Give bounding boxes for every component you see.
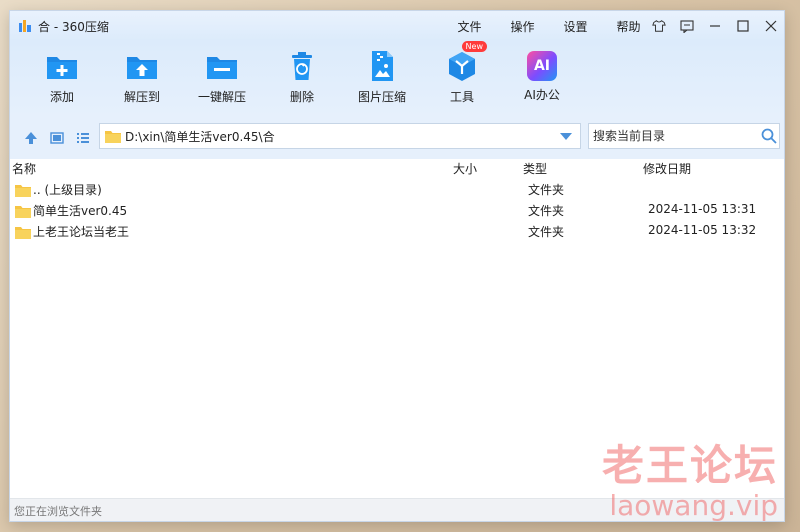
menu-bar: 文件 操作 设置 帮助: [443, 11, 655, 41]
file-type: 文件夹: [528, 204, 565, 218]
maximize-icon[interactable]: [736, 19, 750, 33]
window-controls: [652, 11, 778, 41]
file-type: 文件夹: [528, 183, 565, 197]
address-bar: D:\xin\简单生活ver0.45\合: [10, 117, 784, 160]
minimize-icon[interactable]: [708, 19, 722, 33]
file-row[interactable]: 简单生活ver0.45 文件夹 2024-11-05 13:31: [10, 200, 784, 221]
add-folder-icon: [45, 49, 79, 83]
watermark-title: 老王论坛: [601, 441, 778, 490]
ai-office-label: AI办公: [524, 88, 560, 102]
one-click-extract-label: 一键解压: [197, 90, 246, 104]
path-field[interactable]: D:\xin\简单生活ver0.45\合: [99, 123, 581, 149]
add-label: 添加: [49, 90, 74, 104]
chevron-down-icon[interactable]: [560, 132, 572, 140]
folder-icon: [15, 224, 31, 239]
close-icon[interactable]: [764, 19, 778, 33]
skin-icon[interactable]: [652, 19, 666, 33]
image-compress-button[interactable]: 图片压缩: [342, 49, 422, 105]
folder-icon: [15, 182, 31, 197]
search-icon[interactable]: [761, 128, 777, 144]
folder-icon: [15, 203, 31, 218]
one-click-extract-button[interactable]: 一键解压: [182, 49, 262, 105]
menu-operation[interactable]: 操作: [496, 18, 549, 35]
watermark-url: laowang.vip: [609, 489, 778, 522]
ai-office-icon: AI: [527, 51, 557, 81]
image-compress-label: 图片压缩: [357, 90, 406, 104]
folder-icon: [105, 130, 121, 143]
ai-office-button[interactable]: AI AI办公: [502, 49, 582, 103]
one-click-extract-icon: [205, 49, 239, 83]
up-arrow-icon[interactable]: [22, 129, 40, 147]
extract-to-button[interactable]: 解压到: [102, 49, 182, 105]
search-input[interactable]: [591, 128, 755, 144]
toolbar: 添加 解压到 一键解压 删除 图片压缩 New 工具 AI AI办公: [10, 41, 784, 117]
menu-settings[interactable]: 设置: [549, 18, 602, 35]
menu-file[interactable]: 文件: [443, 18, 496, 35]
file-date: 2024-11-05 13:31: [648, 202, 757, 216]
app-logo-icon: [18, 19, 32, 33]
thumbnail-view-icon[interactable]: [48, 129, 66, 147]
menu-help[interactable]: 帮助: [602, 18, 655, 35]
feedback-icon[interactable]: [680, 19, 694, 33]
image-compress-icon: [365, 49, 399, 83]
file-name: .. (上级目录): [33, 183, 102, 197]
file-date: 2024-11-05 13:32: [648, 223, 757, 237]
trash-icon: [285, 49, 319, 83]
file-name: 简单生活ver0.45: [33, 204, 128, 218]
column-modified[interactable]: 修改日期: [643, 160, 691, 177]
window-title: 合 - 360压缩: [38, 19, 109, 34]
new-badge: New: [461, 41, 487, 52]
delete-button[interactable]: 删除: [262, 49, 342, 105]
extract-to-label: 解压到: [123, 90, 160, 104]
watermark: 老王论坛 laowang.vip: [602, 432, 778, 522]
file-row-parent[interactable]: .. (上级目录) 文件夹: [10, 179, 784, 200]
extract-to-icon: [125, 49, 159, 83]
search-box: [588, 123, 780, 149]
column-header: 名称 大小 类型 修改日期: [10, 159, 784, 177]
column-type[interactable]: 类型: [523, 160, 547, 177]
add-button[interactable]: 添加: [22, 49, 102, 105]
tools-cube-icon: New: [445, 41, 487, 83]
file-name: 上老王论坛当老王: [33, 225, 130, 239]
column-name[interactable]: 名称: [12, 160, 36, 177]
file-type: 文件夹: [528, 225, 565, 239]
path-text: D:\xin\简单生活ver0.45\合: [125, 129, 275, 144]
list-view-icon[interactable]: [74, 129, 92, 147]
delete-label: 删除: [289, 90, 314, 104]
file-list: .. (上级目录) 文件夹 简单生活ver0.45 文件夹 2024-11-05…: [10, 179, 784, 242]
tools-label: 工具: [449, 90, 474, 104]
column-size[interactable]: 大小: [453, 160, 477, 177]
title-bar: 合 - 360压缩 文件 操作 设置 帮助: [10, 11, 784, 41]
ai-icon-text: AI: [533, 58, 551, 74]
file-row[interactable]: 上老王论坛当老王 文件夹 2024-11-05 13:32: [10, 221, 784, 242]
tools-button[interactable]: New 工具: [422, 41, 502, 105]
status-text: 您正在浏览文件夹: [14, 505, 102, 518]
